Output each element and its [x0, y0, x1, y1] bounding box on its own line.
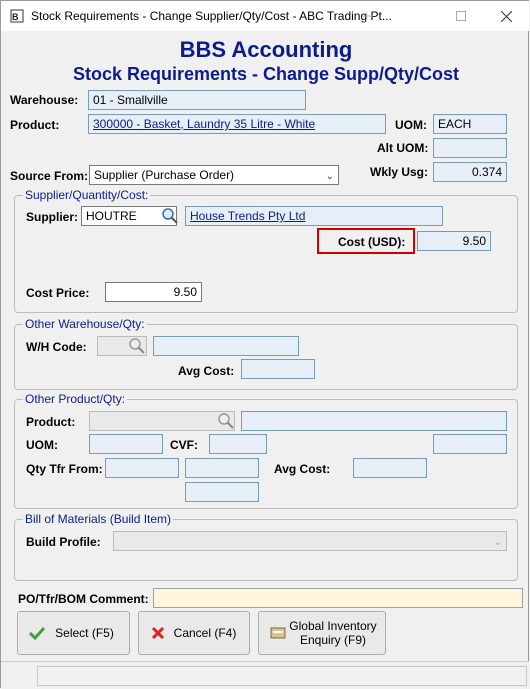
op-cvf-field[interactable] [209, 434, 267, 454]
op-product-input[interactable] [89, 411, 235, 431]
source-from-label: Source From: [10, 169, 89, 183]
chevron-down-icon: ⌄ [493, 537, 502, 548]
status-bar-cell [37, 666, 527, 686]
check-icon [28, 624, 46, 642]
maximize-button[interactable] [438, 1, 484, 31]
select-button-label: Select (F5) [55, 626, 114, 640]
cost-usd-label: Cost (USD): [338, 235, 406, 249]
op-avg-cost-label: Avg Cost: [274, 462, 331, 476]
warehouse-field[interactable]: 01 - Smallville [88, 90, 306, 110]
op-uom-field[interactable] [89, 434, 163, 454]
supplier-label: Supplier: [26, 210, 79, 224]
search-icon[interactable] [161, 207, 179, 225]
uom-label: UOM: [395, 118, 427, 132]
minimize-icon [363, 15, 373, 17]
uom-field[interactable]: EACH [433, 114, 507, 134]
build-profile-dropdown[interactable]: ⌄ [113, 531, 507, 551]
op-avg-cost-field[interactable] [353, 458, 427, 478]
window-title: Stock Requirements - Change Supplier/Qty… [31, 9, 392, 23]
select-button[interactable]: Select (F5) [17, 611, 130, 655]
wh-name-field[interactable] [153, 336, 299, 356]
wkly-usg-field[interactable]: 0.374 [433, 162, 507, 182]
global-inventory-enquiry-button[interactable]: Global Inventory Enquiry (F9) [258, 611, 386, 655]
cost-price-input[interactable]: 9.50 [105, 282, 202, 302]
wkly-usg-label: Wkly Usg: [370, 165, 429, 179]
cancel-button[interactable]: Cancel (F4) [138, 611, 250, 655]
dialog-window: B Stock Requirements - Change Supplier/Q… [0, 0, 529, 689]
warehouse-label: Warehouse: [10, 93, 79, 107]
search-icon[interactable] [128, 337, 146, 355]
op-cvf-label: CVF: [170, 438, 198, 452]
minimize-button[interactable] [345, 1, 391, 31]
product-field[interactable]: 300000 - Basket, Laundry 35 Litre - Whit… [88, 114, 386, 134]
wh-code-label: W/H Code: [26, 340, 87, 354]
chevron-down-icon: ⌄ [325, 171, 334, 182]
wh-avg-cost-field[interactable] [241, 359, 315, 379]
maximize-icon [456, 11, 466, 21]
cancel-button-label: Cancel (F4) [173, 626, 237, 640]
close-icon [500, 10, 512, 22]
op-qty-tfr-field[interactable] [105, 458, 179, 478]
cost-price-label: Cost Price: [26, 286, 90, 300]
op-qty-field-3[interactable] [185, 482, 259, 502]
wh-avg-cost-label: Avg Cost: [178, 364, 235, 378]
alt-uom-field[interactable] [433, 138, 507, 158]
op-extra-field[interactable] [433, 434, 507, 454]
other-warehouse-group: Other Warehouse/Qty: [14, 317, 518, 390]
title-bar: B Stock Requirements - Change Supplier/Q… [1, 1, 529, 31]
source-from-value: Supplier (Purchase Order) [94, 168, 235, 182]
build-profile-label: Build Profile: [26, 535, 101, 549]
app-heading: BBS Accounting [179, 37, 353, 62]
op-product-name-field[interactable] [241, 411, 507, 431]
op-uom-label: UOM: [26, 438, 58, 452]
global-inventory-line2: Enquiry (F9) [299, 633, 367, 647]
comment-label: PO/Tfr/BOM Comment: [18, 592, 149, 606]
other-warehouse-caption: Other Warehouse/Qty: [23, 317, 147, 331]
op-qty-field-2[interactable] [185, 458, 259, 478]
app-icon: B [10, 9, 24, 23]
supplier-group-caption: Supplier/Quantity/Cost: [23, 188, 151, 202]
close-window-button[interactable] [483, 1, 529, 31]
page-subtitle: Stock Requirements - Change Supp/Qty/Cos… [72, 64, 460, 84]
status-bar [1, 661, 529, 689]
bom-caption: Bill of Materials (Build Item) [23, 512, 174, 526]
cost-usd-field[interactable]: 9.50 [417, 231, 491, 251]
other-product-caption: Other Product/Qty: [23, 392, 128, 406]
svg-text:B: B [12, 12, 19, 22]
supplier-name-field[interactable]: House Trends Pty Ltd [185, 206, 443, 226]
source-from-dropdown[interactable]: Supplier (Purchase Order) ⌄ [89, 165, 339, 185]
search-icon[interactable] [217, 412, 235, 430]
op-product-label: Product: [26, 415, 76, 429]
alt-uom-label: Alt UOM: [377, 141, 429, 155]
product-label: Product: [10, 118, 60, 132]
inventory-icon [269, 624, 287, 642]
global-inventory-line1: Global Inventory [289, 619, 377, 633]
comment-input[interactable] [153, 588, 523, 608]
global-inventory-label: Global Inventory Enquiry (F9) [287, 619, 385, 647]
op-qty-tfr-label: Qty Tfr From: [26, 462, 103, 476]
cross-icon [149, 624, 167, 642]
